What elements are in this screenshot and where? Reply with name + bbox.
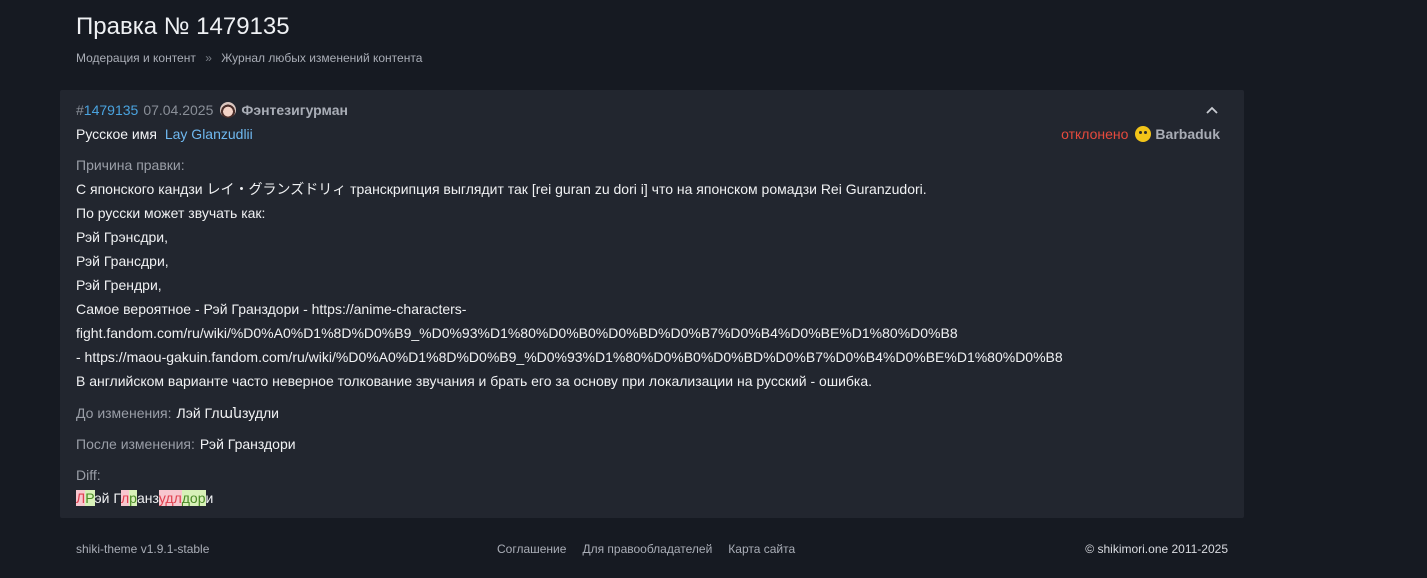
footer-link-sitemap[interactable]: Карта сайта [728,542,795,556]
reason-line: Рэй Грансдри, [76,253,169,269]
breadcrumb-moderation[interactable]: Модерация и контент [76,51,196,65]
after-label: После изменения: [76,436,195,452]
before-value: Лэй Глանзудли [176,405,279,421]
reason-line: В английском варианте часто неверное тол… [76,373,873,389]
diff-deleted: удл [158,490,182,506]
chevron-up-icon[interactable] [1204,102,1220,118]
diff-label: Diff: [76,467,101,483]
diff-inserted: р [129,490,137,506]
reason-line[interactable]: - https://maou-gakuin.fandom.com/ru/wiki… [76,348,1063,372]
after-change: После изменения: Рэй Гранздори [76,436,296,452]
reason-line: Рэй Грэнсдри, [76,229,169,245]
reason-line[interactable]: fight.fandom.com/ru/wiki/%D0%A0%D1%8D%D0… [76,324,1063,348]
reason-line[interactable]: Самое вероятное - Рэй Гранздори - https:… [76,300,1063,324]
diff-deleted: Л [76,490,86,506]
reason-line: Рэй Грендри, [76,277,162,293]
diff-inserted: Р [85,490,95,506]
author-name-link[interactable]: Фэнтезигурман [241,102,348,118]
field-target-link[interactable]: Lay Glanzudlii [165,126,253,142]
before-change: До изменения: Лэй Глանзудли [76,405,279,421]
reason-line: С японского кандзи レイ・グランズドリィ транскрипц… [76,181,927,197]
breadcrumb: Модерация и контент » Журнал любых измен… [76,51,422,65]
diff-equal: эй Г [94,490,121,506]
theme-version: shiki-theme v1.9.1-stable [76,542,210,556]
version-id-link[interactable]: 1479135 [84,102,139,118]
diff-equal: и [205,490,214,506]
footer-link-agreement[interactable]: Соглашение [497,542,566,556]
version-card: # 1479135 07.04.2025 Фэнтезигурман Русск… [60,90,1244,518]
author-avatar[interactable] [220,102,237,118]
reason-label: Причина правки: [76,157,185,173]
diff-deleted: л [120,490,130,506]
moderator-avatar[interactable] [1135,126,1152,142]
status-line: отклонено Barbaduk [1061,126,1220,142]
copyright: © shikimori.one 2011-2025 [1085,542,1228,556]
breadcrumb-changes-log[interactable]: Журнал любых изменений контента [221,51,422,65]
version-date: 07.04.2025 [143,102,214,118]
footer-link-copyright-holders[interactable]: Для правообладателей [582,542,712,556]
status-badge: отклонено [1061,126,1129,142]
moderator-name-link[interactable]: Barbaduk [1155,126,1220,142]
version-header: # 1479135 07.04.2025 Фэнтезигурман [76,102,348,118]
diff-view: ЛРэй Глранзудлдори [76,490,213,506]
reason-text: С японского кандзи レイ・グランズドリィ транскрипц… [76,180,1063,396]
diff-inserted: дор [181,490,206,506]
reason-line: По русски может звучать как: [76,205,266,221]
field-name: Русское имя [76,126,157,142]
changed-field: Русское имя Lay Glanzudlii [76,126,253,142]
after-value: Рэй Гранздори [199,436,296,452]
page-title: Правка № 1479135 [76,13,290,40]
before-label: До изменения: [76,405,172,421]
breadcrumb-separator: » [205,51,212,65]
footer-links: Соглашение Для правообладателей Карта са… [497,542,811,556]
diff-equal: анз [136,490,159,506]
hash-symbol: # [76,102,84,118]
